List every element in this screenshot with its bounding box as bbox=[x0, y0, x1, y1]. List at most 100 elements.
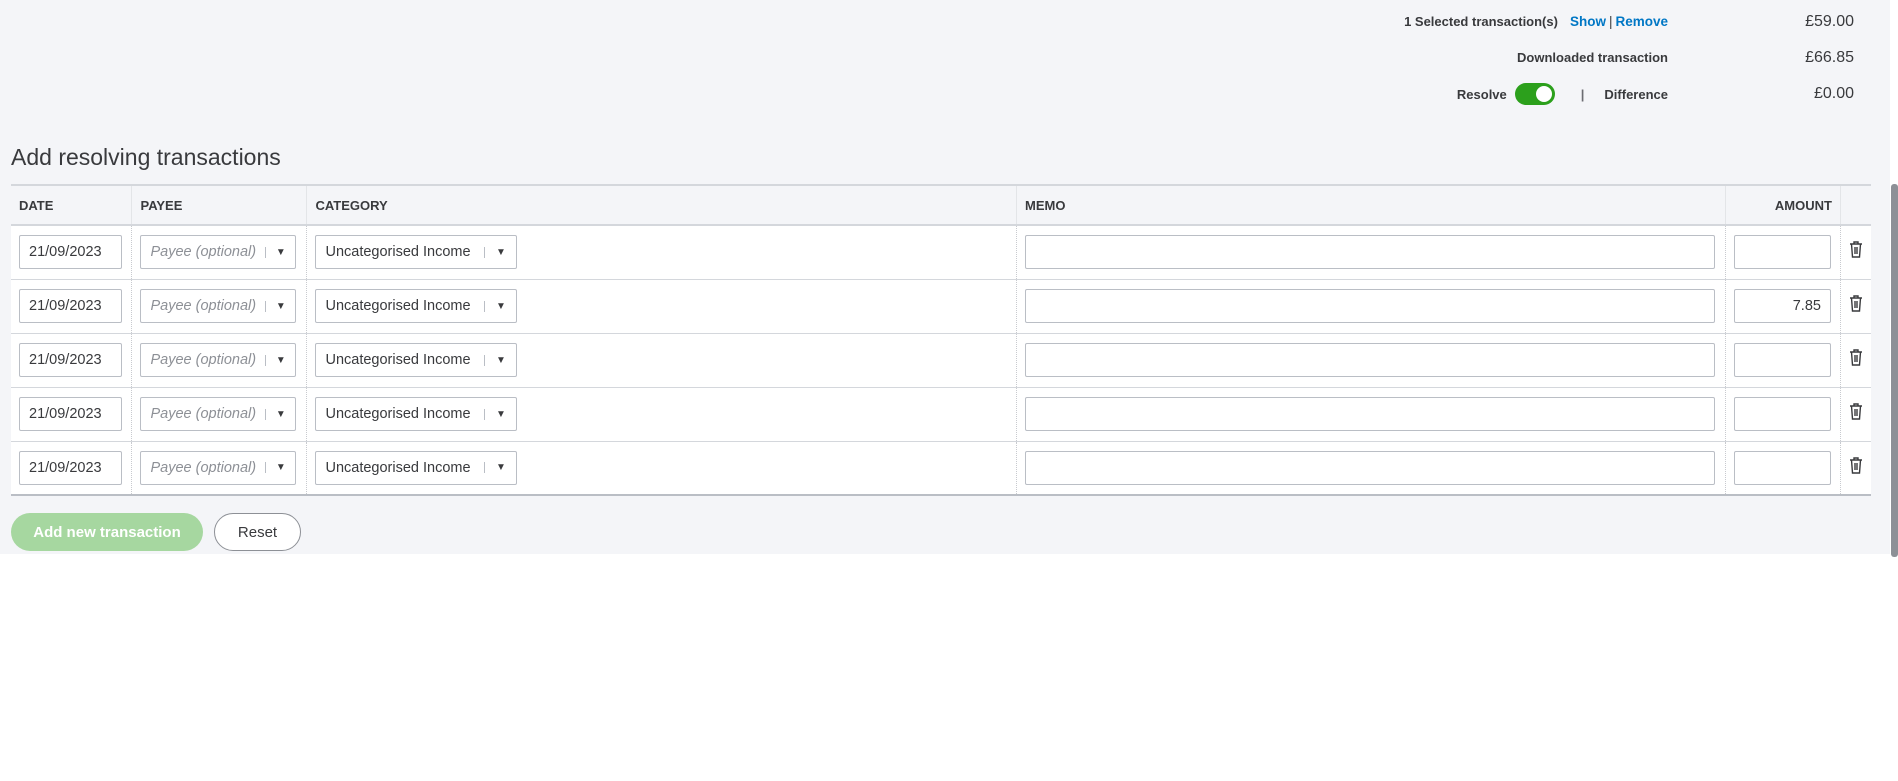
trash-icon[interactable] bbox=[1849, 295, 1863, 316]
payee-select[interactable]: Payee (optional) ▼ bbox=[140, 450, 297, 485]
category-select[interactable]: Uncategorised Income ▼ bbox=[315, 450, 518, 485]
memo-input[interactable] bbox=[1024, 397, 1715, 431]
memo-input[interactable] bbox=[1024, 343, 1715, 377]
date-cell: 21/09/2023 bbox=[11, 387, 133, 442]
memo-cell bbox=[1016, 333, 1726, 388]
difference-amount: £0.00 bbox=[1813, 85, 1854, 102]
payee-placeholder: Payee (optional) bbox=[150, 459, 257, 476]
payee-placeholder: Payee (optional) bbox=[150, 244, 257, 261]
chevron-down-icon[interactable]: ▼ bbox=[265, 300, 295, 312]
date-cell: 21/09/2023 bbox=[11, 225, 133, 280]
chevron-down-icon[interactable]: ▼ bbox=[265, 462, 295, 474]
trash-icon[interactable] bbox=[1849, 349, 1863, 370]
link-divider: | bbox=[1608, 14, 1613, 29]
table-row: 21/09/2023 Payee (optional) ▼ Uncategoris… bbox=[11, 387, 1871, 442]
resolve-label: Resolve bbox=[1456, 86, 1507, 102]
amount-cell bbox=[1725, 387, 1841, 442]
memo-input[interactable] bbox=[1024, 289, 1715, 323]
trash-icon[interactable] bbox=[1849, 241, 1863, 262]
category-value: Uncategorised Income bbox=[325, 244, 471, 261]
chevron-down-icon[interactable]: ▼ bbox=[265, 246, 295, 258]
resolve-toggle[interactable] bbox=[1514, 83, 1555, 105]
amount-input[interactable] bbox=[1733, 397, 1831, 431]
category-cell: Uncategorised Income ▼ bbox=[306, 225, 1017, 280]
downloaded-label: Downloaded transaction bbox=[1517, 50, 1668, 65]
amount-input[interactable] bbox=[1733, 235, 1831, 270]
date-input[interactable]: 21/09/2023 bbox=[19, 343, 122, 377]
category-cell: Uncategorised Income ▼ bbox=[306, 387, 1017, 442]
date-input[interactable]: 21/09/2023 bbox=[19, 450, 122, 485]
amount-input[interactable]: 7.85 bbox=[1733, 289, 1831, 323]
selected-amount: £59.00 bbox=[1805, 13, 1854, 30]
downloaded-amount: £66.85 bbox=[1805, 49, 1854, 66]
payee-select[interactable]: Payee (optional) ▼ bbox=[140, 397, 297, 431]
amount-cell bbox=[1725, 333, 1841, 388]
memo-input[interactable] bbox=[1024, 235, 1715, 270]
category-cell: Uncategorised Income ▼ bbox=[306, 279, 1017, 334]
amount-cell bbox=[1725, 225, 1841, 280]
payee-placeholder: Payee (optional) bbox=[150, 352, 257, 368]
category-select[interactable]: Uncategorised Income ▼ bbox=[315, 343, 518, 377]
amount-cell bbox=[1725, 441, 1841, 495]
category-select[interactable]: Uncategorised Income ▼ bbox=[315, 235, 518, 270]
category-cell: Uncategorised Income ▼ bbox=[306, 441, 1017, 495]
chevron-down-icon[interactable]: ▼ bbox=[484, 408, 516, 420]
header-date: DATE bbox=[11, 185, 133, 226]
chevron-down-icon[interactable]: ▼ bbox=[484, 354, 516, 366]
selected-label: 1 Selected transaction(s) bbox=[1404, 14, 1558, 29]
date-cell: 21/09/2023 bbox=[11, 279, 133, 334]
trash-icon[interactable] bbox=[1849, 457, 1863, 478]
trash-icon[interactable] bbox=[1849, 403, 1863, 424]
header-amount: AMOUNT bbox=[1725, 185, 1841, 226]
header-actions bbox=[1840, 185, 1871, 226]
table-row: 21/09/2023 Payee (optional) ▼ Uncategoris… bbox=[11, 333, 1871, 388]
memo-cell bbox=[1016, 441, 1726, 495]
payee-placeholder: Payee (optional) bbox=[150, 298, 257, 314]
table-row: 21/09/2023 Payee (optional) ▼ Uncategoris… bbox=[11, 225, 1871, 280]
show-link[interactable]: Show bbox=[1570, 14, 1606, 29]
payee-select[interactable]: Payee (optional) ▼ bbox=[140, 343, 297, 377]
header-category: CATEGORY bbox=[306, 185, 1017, 226]
reset-button[interactable]: Reset bbox=[214, 513, 301, 551]
delete-cell bbox=[1840, 441, 1871, 495]
add-new-transaction-button[interactable]: Add new transaction bbox=[11, 513, 203, 551]
payee-cell: Payee (optional) ▼ bbox=[131, 333, 308, 388]
amount-cell: 7.85 bbox=[1725, 279, 1841, 334]
category-select[interactable]: Uncategorised Income ▼ bbox=[315, 289, 518, 323]
date-input[interactable]: 21/09/2023 bbox=[19, 397, 122, 431]
amount-input[interactable] bbox=[1733, 343, 1831, 377]
delete-cell bbox=[1840, 225, 1871, 280]
category-cell: Uncategorised Income ▼ bbox=[306, 333, 1017, 388]
delete-cell bbox=[1840, 387, 1871, 442]
chevron-down-icon[interactable]: ▼ bbox=[265, 408, 295, 420]
payee-select[interactable]: Payee (optional) ▼ bbox=[140, 289, 297, 323]
memo-input[interactable] bbox=[1024, 450, 1715, 485]
payee-select[interactable]: Payee (optional) ▼ bbox=[140, 235, 297, 270]
table-row: 21/09/2023 Payee (optional) ▼ Uncategoris… bbox=[11, 279, 1871, 334]
category-value: Uncategorised Income bbox=[325, 352, 471, 368]
chevron-down-icon[interactable]: ▼ bbox=[484, 246, 516, 258]
category-select[interactable]: Uncategorised Income ▼ bbox=[315, 397, 518, 431]
chevron-down-icon[interactable]: ▼ bbox=[484, 300, 516, 312]
category-value: Uncategorised Income bbox=[325, 459, 471, 476]
chevron-down-icon[interactable]: ▼ bbox=[484, 462, 516, 474]
date-cell: 21/09/2023 bbox=[11, 441, 133, 495]
header-payee: PAYEE bbox=[131, 185, 308, 226]
amount-input[interactable] bbox=[1733, 450, 1831, 485]
resolving-transactions-table: DATE PAYEE CATEGORY MEMO AMOUNT 21/09/20… bbox=[11, 184, 1871, 496]
date-cell: 21/09/2023 bbox=[11, 333, 133, 388]
payee-cell: Payee (optional) ▼ bbox=[131, 225, 308, 280]
chevron-down-icon[interactable]: ▼ bbox=[265, 354, 295, 366]
remove-link[interactable]: Remove bbox=[1615, 14, 1668, 29]
header-memo: MEMO bbox=[1016, 185, 1726, 226]
section-title: Add resolving transactions bbox=[11, 144, 281, 170]
date-input[interactable]: 21/09/2023 bbox=[19, 235, 122, 270]
scrollbar[interactable] bbox=[1891, 184, 1898, 557]
delete-cell bbox=[1840, 333, 1871, 388]
date-input[interactable]: 21/09/2023 bbox=[19, 289, 122, 323]
table-row: 21/09/2023 Payee (optional) ▼ Uncategoris… bbox=[11, 441, 1871, 495]
payee-cell: Payee (optional) ▼ bbox=[131, 387, 308, 442]
payee-cell: Payee (optional) ▼ bbox=[131, 441, 308, 495]
divider: | bbox=[1580, 86, 1585, 102]
delete-cell bbox=[1840, 279, 1871, 334]
